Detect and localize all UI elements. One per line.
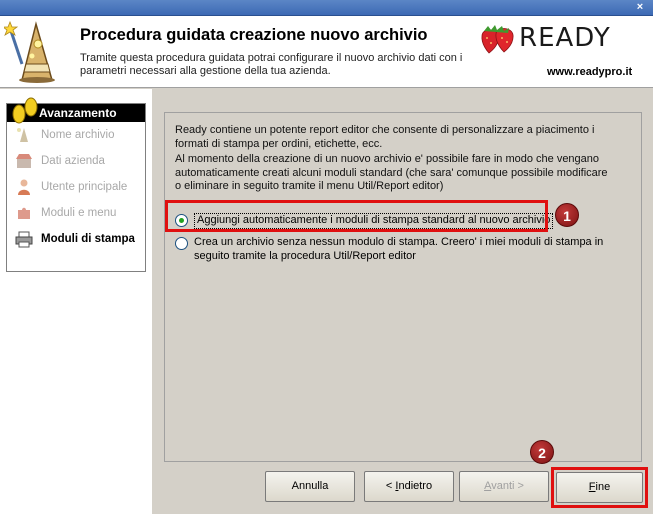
back-rest: ndietro: [398, 480, 433, 492]
step-badge-1: 1: [555, 203, 579, 227]
step-label: Moduli e menu: [41, 207, 117, 219]
highlight-option-box: [165, 200, 548, 232]
next-button[interactable]: Avanti >: [459, 471, 549, 502]
shop-icon: [16, 154, 32, 168]
steps-box: Avanzamento Nome archivio Dati azienda U…: [6, 97, 146, 272]
content-area: Ready contiene un potente report editor …: [152, 89, 653, 514]
next-rest: vanti >: [491, 480, 524, 492]
step-utente-principale: Utente principale: [7, 174, 145, 200]
cancel-button[interactable]: Annulla: [265, 471, 355, 502]
highlight-finish-box: [551, 467, 648, 508]
website-link[interactable]: www.readypro.it: [547, 66, 632, 78]
user-icon: [18, 179, 30, 195]
step-moduli-stampa: Moduli di stampa: [7, 226, 145, 252]
step-label: Nome archivio: [41, 129, 115, 141]
radio-button[interactable]: [175, 237, 188, 250]
page-title: Procedura guidata creazione nuovo archiv…: [80, 26, 428, 44]
page-description: Tramite questa procedura guidata potrai …: [80, 52, 463, 77]
close-icon[interactable]: ×: [633, 1, 647, 14]
option-label[interactable]: Crea un archivio senza nessun modulo di …: [194, 236, 615, 263]
back-button[interactable]: < Indietro: [364, 471, 454, 502]
step-label: Moduli di stampa: [41, 233, 135, 245]
printer-icon: [15, 231, 33, 248]
wand-icon: [17, 128, 28, 142]
back-prefix: <: [385, 480, 396, 492]
option-no-modules[interactable]: Crea un archivio senza nessun modulo di …: [175, 236, 615, 263]
wizard-header: Procedura guidata creazione nuovo archiv…: [0, 16, 653, 88]
step-moduli-menu: Moduli e menu: [7, 200, 145, 226]
wizard-hat-icon: [4, 20, 55, 83]
title-bar: ×: [0, 0, 653, 16]
step-label: Dati azienda: [41, 155, 105, 167]
step-nome-archivio: Nome archivio: [7, 122, 145, 148]
brand-name: READY: [519, 23, 611, 53]
puzzle-icon: [18, 207, 30, 219]
info-text: Al momento della creazione di un nuovo a…: [175, 153, 608, 192]
intro-text: Ready contiene un potente report editor …: [175, 124, 595, 150]
step-label: Utente principale: [41, 181, 128, 193]
content-panel: Ready contiene un potente report editor …: [164, 112, 642, 462]
step-dati-azienda: Dati azienda: [7, 148, 145, 174]
step-badge-2: 2: [530, 440, 554, 464]
progress-panel: Avanzamento Nome archivio Dati azienda U…: [0, 89, 152, 514]
